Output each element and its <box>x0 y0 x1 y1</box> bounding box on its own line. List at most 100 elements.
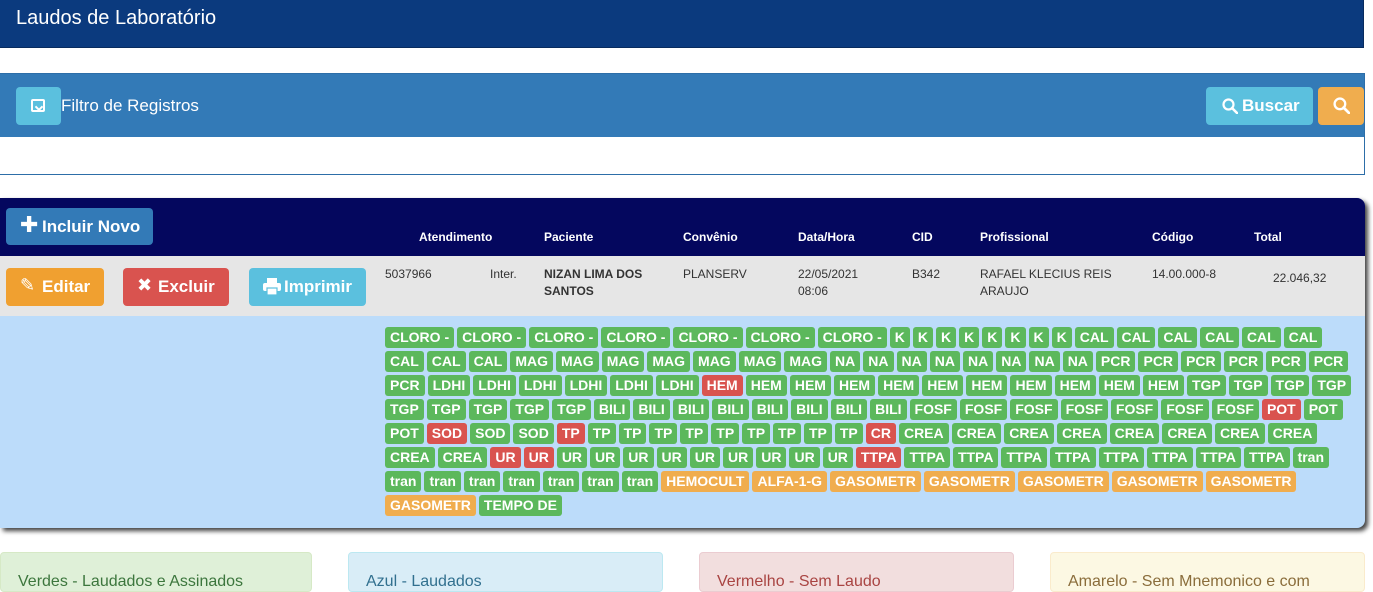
exam-tag[interactable]: PCR <box>1138 351 1179 372</box>
exam-tag[interactable]: TP <box>773 423 801 444</box>
exam-tag[interactable]: MAG <box>693 351 736 372</box>
exam-tag[interactable]: MAG <box>784 351 828 372</box>
exam-tag[interactable]: SOD <box>426 423 468 444</box>
exam-tag[interactable]: TGP <box>426 399 466 420</box>
exam-tag[interactable]: tran <box>463 471 501 492</box>
exam-tag[interactable]: CLORO - <box>529 327 599 348</box>
add-new-button[interactable]: ✚ Incluir Novo <box>6 208 153 245</box>
exam-tag[interactable]: tran <box>582 471 619 492</box>
exam-tag[interactable]: UR <box>623 447 654 468</box>
exam-tag[interactable]: HEM <box>789 375 831 396</box>
exam-tag[interactable]: TTPA <box>1147 447 1193 468</box>
exam-tag[interactable]: FOSF <box>1010 399 1058 420</box>
exam-tag[interactable]: SOD <box>470 423 511 444</box>
exam-tag[interactable]: TGP <box>1186 375 1226 396</box>
exam-tag[interactable]: MAG <box>510 351 554 372</box>
exam-tag[interactable]: BILI <box>593 399 631 420</box>
exam-tag[interactable]: PCR <box>1308 351 1349 372</box>
exam-tag[interactable]: MAG <box>647 351 691 372</box>
exam-tag[interactable]: CREA <box>1004 423 1054 444</box>
exam-tag[interactable]: UR <box>590 447 621 468</box>
exam-tag[interactable]: CAL <box>1074 327 1114 348</box>
column-header-convenio[interactable]: Convênio <box>683 230 738 244</box>
exam-tag[interactable]: tran <box>621 471 659 492</box>
exam-tag[interactable]: ALFA-1-G <box>752 471 828 492</box>
exam-tag[interactable]: CLORO - <box>601 327 671 348</box>
exam-tag[interactable]: LDHI <box>473 375 516 396</box>
edit-button[interactable]: ✎ Editar <box>6 268 104 306</box>
exam-tag[interactable]: MAG <box>556 351 599 372</box>
exam-tag[interactable]: TTPA <box>1195 447 1242 468</box>
exam-tag[interactable]: HEM <box>1054 375 1096 396</box>
exam-tag[interactable]: BILI <box>830 399 868 420</box>
exam-tag[interactable]: CREA <box>1162 423 1212 444</box>
exam-tag[interactable]: CLORO - <box>673 327 743 348</box>
exam-tag[interactable]: LDHI <box>518 375 562 396</box>
exam-tag[interactable]: GASOMETR <box>1205 471 1297 492</box>
exam-tag[interactable]: GASOMETR <box>385 495 476 516</box>
exam-tag[interactable]: HEM <box>1142 375 1184 396</box>
exam-tag[interactable]: PCR <box>1095 351 1136 372</box>
exam-tag[interactable]: FOSF <box>1161 399 1209 420</box>
exam-tag[interactable]: NA <box>962 351 994 372</box>
column-header-atendimento[interactable]: Atendimento <box>419 230 492 244</box>
search-button[interactable]: Buscar <box>1206 87 1313 125</box>
exam-tag[interactable]: TGP <box>385 399 424 420</box>
exam-tag[interactable]: HEM <box>966 375 1008 396</box>
exam-tag[interactable]: FOSF <box>959 399 1008 420</box>
exam-tag[interactable]: CREA <box>951 423 1002 444</box>
exam-tag[interactable]: TP <box>587 423 616 444</box>
exam-tag[interactable]: GASOMETR <box>1017 471 1109 492</box>
exam-tag[interactable]: tran <box>1292 447 1330 468</box>
print-button[interactable]: Imprimir <box>249 268 366 306</box>
delete-button[interactable]: ✖ Excluir <box>123 268 229 306</box>
exam-tag[interactable]: tran <box>542 471 580 492</box>
exam-tag[interactable]: K <box>959 327 980 348</box>
exam-tag[interactable]: TTPA <box>952 447 999 468</box>
exam-tag[interactable]: TP <box>618 423 647 444</box>
exam-tag[interactable]: CREA <box>1056 423 1107 444</box>
exam-tag[interactable]: tran <box>424 471 461 492</box>
exam-tag[interactable]: TP <box>556 423 585 444</box>
exam-tag[interactable]: TTPA <box>904 447 950 468</box>
exam-tag[interactable]: MAG <box>601 351 645 372</box>
exam-tag[interactable]: TGP <box>1270 375 1310 396</box>
exam-tag[interactable]: FOSF <box>1060 399 1108 420</box>
exam-tag[interactable]: CREA <box>437 447 488 468</box>
exam-tag[interactable]: FOSF <box>1211 399 1259 420</box>
exam-tag[interactable]: UR <box>822 447 853 468</box>
exam-tag[interactable]: HEM <box>833 375 876 396</box>
exam-tag[interactable]: PCR <box>1223 351 1264 372</box>
exam-tag[interactable]: TP <box>834 423 863 444</box>
exam-tag[interactable]: TP <box>803 423 832 444</box>
exam-tag[interactable]: PCR <box>385 375 425 396</box>
exam-tag[interactable]: HEM <box>922 375 964 396</box>
exam-tag[interactable]: K <box>1051 327 1072 348</box>
exam-tag[interactable]: CLORO - <box>385 327 455 348</box>
exam-tag[interactable]: UR <box>722 447 754 468</box>
exam-tag[interactable]: CAL <box>1116 327 1156 348</box>
exam-tag[interactable]: UR <box>556 447 588 468</box>
exam-tag[interactable]: CAL <box>385 351 424 372</box>
exam-tag[interactable]: GASOMETR <box>830 471 921 492</box>
exam-tag[interactable]: CAL <box>1241 327 1281 348</box>
exam-tag[interactable]: UR <box>689 447 720 468</box>
exam-tag[interactable]: TP <box>680 423 709 444</box>
exam-tag[interactable]: CR <box>865 423 896 444</box>
exam-tag[interactable]: LDHI <box>564 375 608 396</box>
exam-tag[interactable]: NA <box>863 351 894 372</box>
exam-tag[interactable]: TTPA <box>1098 447 1145 468</box>
exam-tag[interactable]: K <box>889 327 910 348</box>
exam-tag[interactable]: GASOMETR <box>923 471 1015 492</box>
column-header-paciente[interactable]: Paciente <box>544 230 593 244</box>
exam-tag[interactable]: LDHI <box>427 375 471 396</box>
exam-tag[interactable]: POT <box>385 423 424 444</box>
exam-tag[interactable]: BILI <box>672 399 710 420</box>
exam-tag[interactable]: tran <box>503 471 540 492</box>
exam-tag[interactable]: PCR <box>1266 351 1306 372</box>
exam-tag[interactable]: CLORO - <box>745 327 815 348</box>
exam-tag[interactable]: CLORO - <box>817 327 887 348</box>
exam-tag[interactable]: HEM <box>1098 375 1140 396</box>
column-header-cid[interactable]: CID <box>912 230 933 244</box>
exam-tag[interactable]: K <box>936 327 957 348</box>
